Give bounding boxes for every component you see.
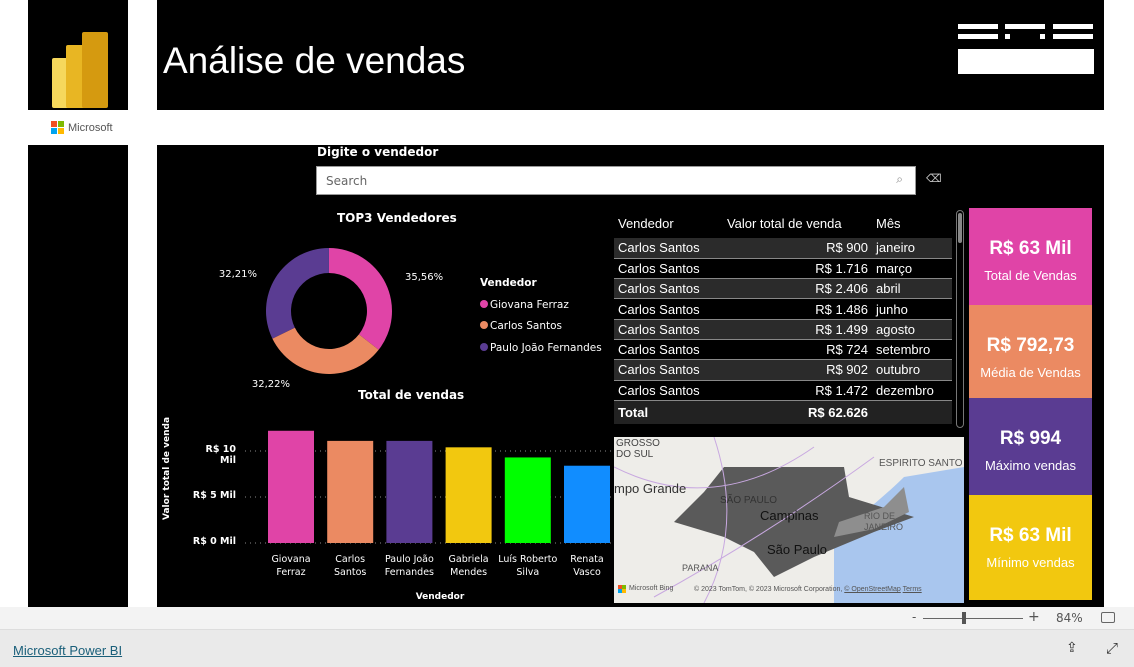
table-cell: março bbox=[872, 258, 952, 280]
zoom-slider-thumb[interactable] bbox=[962, 612, 966, 624]
col-header-vendedor[interactable]: Vendedor bbox=[614, 208, 723, 238]
x-tick-label: Renata Vasco bbox=[570, 554, 604, 578]
map-label: Campinas bbox=[760, 508, 819, 523]
map-label: São Paulo bbox=[767, 542, 827, 557]
bar[interactable] bbox=[327, 440, 374, 543]
table-cell: Carlos Santos bbox=[614, 339, 723, 361]
table-cell: R$ 902 bbox=[722, 359, 872, 381]
map-label: RIO DE JANEIRO bbox=[864, 511, 904, 532]
table-cell: Carlos Santos bbox=[614, 258, 723, 280]
map-visual[interactable]: GROSSO DO SUL mpo Grande ESPIRITO SANTO … bbox=[614, 437, 964, 603]
table-cell: R$ 1.499 bbox=[722, 319, 872, 340]
map-copyright: © 2023 TomTom, © 2023 Microsoft Corporat… bbox=[694, 586, 843, 593]
x-axis-label: Vendedor bbox=[415, 592, 465, 602]
fit-to-page-icon[interactable] bbox=[1101, 612, 1115, 623]
table-cell: abril bbox=[872, 278, 952, 300]
share-icon[interactable]: ⇪ bbox=[1066, 640, 1078, 656]
table-row[interactable]: Carlos Santos R$ 1.499 agosto bbox=[614, 319, 952, 340]
total-value: R$ 62.626 bbox=[808, 405, 868, 421]
table-cell: outubro bbox=[872, 359, 952, 381]
kpi-card: R$ 63 Mil Mínimo vendas bbox=[969, 495, 1092, 600]
fullscreen-icon[interactable]: ⤢ bbox=[1106, 639, 1118, 657]
map-label: PARANA bbox=[682, 563, 719, 573]
osm-link[interactable]: © OpenStreetMap bbox=[844, 586, 901, 593]
bar[interactable] bbox=[386, 440, 433, 543]
kpi-value: R$ 63 Mil bbox=[989, 238, 1072, 259]
col-header-mes[interactable]: Mês bbox=[872, 208, 952, 238]
x-tick-label: Gabriela Mendes bbox=[448, 554, 489, 578]
table-row[interactable]: Carlos Santos R$ 724 setembro bbox=[614, 339, 952, 361]
table-cell: Carlos Santos bbox=[614, 298, 723, 320]
x-tick-label: Carlos Santos bbox=[334, 554, 367, 578]
table-row[interactable]: Carlos Santos R$ 902 outubro bbox=[614, 359, 952, 381]
table-cell: R$ 2.406 bbox=[722, 278, 872, 300]
kpi-value: R$ 994 bbox=[999, 428, 1062, 449]
kpi-card: R$ 792,73 Média de Vendas bbox=[969, 305, 1092, 398]
map-label: SÃO PAULO bbox=[720, 495, 778, 506]
table-row[interactable]: Carlos Santos R$ 1.472 dezembro bbox=[614, 380, 952, 401]
table-cell: agosto bbox=[872, 319, 952, 340]
total-label: Total bbox=[618, 405, 649, 421]
bar[interactable] bbox=[268, 430, 314, 543]
table-cell: dezembro bbox=[872, 380, 952, 401]
table-cell: Carlos Santos bbox=[614, 238, 723, 259]
table-cell: Carlos Santos bbox=[614, 380, 723, 401]
zoom-out-button[interactable]: - bbox=[912, 610, 916, 624]
y-tick-label: R$ 5 Mil bbox=[192, 490, 236, 501]
y-tick-label: R$ 0 Mil bbox=[192, 536, 236, 547]
col-header-valor[interactable]: Valor total de venda bbox=[723, 208, 872, 238]
kpi-card: R$ 63 Mil Total de Vendas bbox=[969, 208, 1092, 305]
kpi-label: Média de Vendas bbox=[980, 365, 1081, 380]
table-cell: janeiro bbox=[872, 238, 952, 259]
power-bi-link[interactable]: Microsoft Power BI bbox=[13, 643, 122, 658]
table-row[interactable]: Carlos Santos R$ 1.486 junho bbox=[614, 298, 952, 320]
table-cell: Carlos Santos bbox=[614, 319, 723, 340]
kpi-value: R$ 792,73 bbox=[986, 335, 1075, 356]
microsoft-icon bbox=[618, 585, 626, 593]
bar[interactable] bbox=[564, 465, 610, 543]
x-tick-label: Paulo João Fernandes bbox=[384, 554, 434, 578]
table-row[interactable]: Carlos Santos R$ 1.716 março bbox=[614, 258, 952, 280]
table-row[interactable]: Carlos Santos R$ 2.406 abril bbox=[614, 278, 952, 300]
table-cell: R$ 1.486 bbox=[722, 298, 872, 320]
scrollbar-thumb[interactable] bbox=[958, 213, 962, 243]
kpi-value: R$ 63 Mil bbox=[989, 525, 1072, 546]
table-cell: R$ 724 bbox=[722, 339, 872, 361]
table-cell: setembro bbox=[872, 339, 952, 361]
zoom-in-button[interactable]: + bbox=[1028, 609, 1040, 625]
y-tick-label: R$ 10 Mil bbox=[205, 444, 236, 466]
map-label: mpo Grande bbox=[614, 481, 687, 496]
kpi-label: Total de Vendas bbox=[984, 268, 1077, 283]
zoom-bar: - + 84% bbox=[0, 607, 1134, 630]
map-label: ESPIRITO SANTO bbox=[879, 458, 963, 469]
kpi-label: Mínimo vendas bbox=[986, 555, 1075, 570]
zoom-level: 84% bbox=[1056, 611, 1083, 625]
terms-link[interactable]: Terms bbox=[903, 586, 922, 593]
zoom-slider[interactable] bbox=[923, 618, 1023, 619]
x-tick-label: Luís Roberto Silva bbox=[498, 554, 558, 578]
table-cell: Carlos Santos bbox=[614, 278, 723, 300]
table-cell: R$ 1.472 bbox=[722, 380, 872, 401]
bing-logo: Microsoft Bing bbox=[618, 585, 673, 593]
kpi-label: Máximo vendas bbox=[984, 458, 1077, 473]
bar[interactable] bbox=[504, 457, 551, 543]
table-cell: R$ 1.716 bbox=[722, 258, 872, 280]
sales-table: Vendedor Valor total de venda Mês Carlos S… bbox=[614, 208, 952, 430]
table-cell: R$ 900 bbox=[722, 238, 872, 259]
bar[interactable] bbox=[445, 447, 492, 543]
table-cell: Carlos Santos bbox=[614, 359, 723, 381]
kpi-card: R$ 994 Máximo vendas bbox=[969, 398, 1092, 495]
map-label: GROSSO DO SUL bbox=[616, 438, 660, 460]
footer: Microsoft Power BI ⇪ ⤢ bbox=[0, 630, 1134, 667]
x-tick-label: Giovana Ferraz bbox=[271, 554, 311, 578]
table-cell: junho bbox=[872, 298, 952, 320]
table-scrollbar[interactable] bbox=[956, 210, 964, 428]
table-row[interactable]: Carlos Santos R$ 900 janeiro bbox=[614, 238, 952, 259]
